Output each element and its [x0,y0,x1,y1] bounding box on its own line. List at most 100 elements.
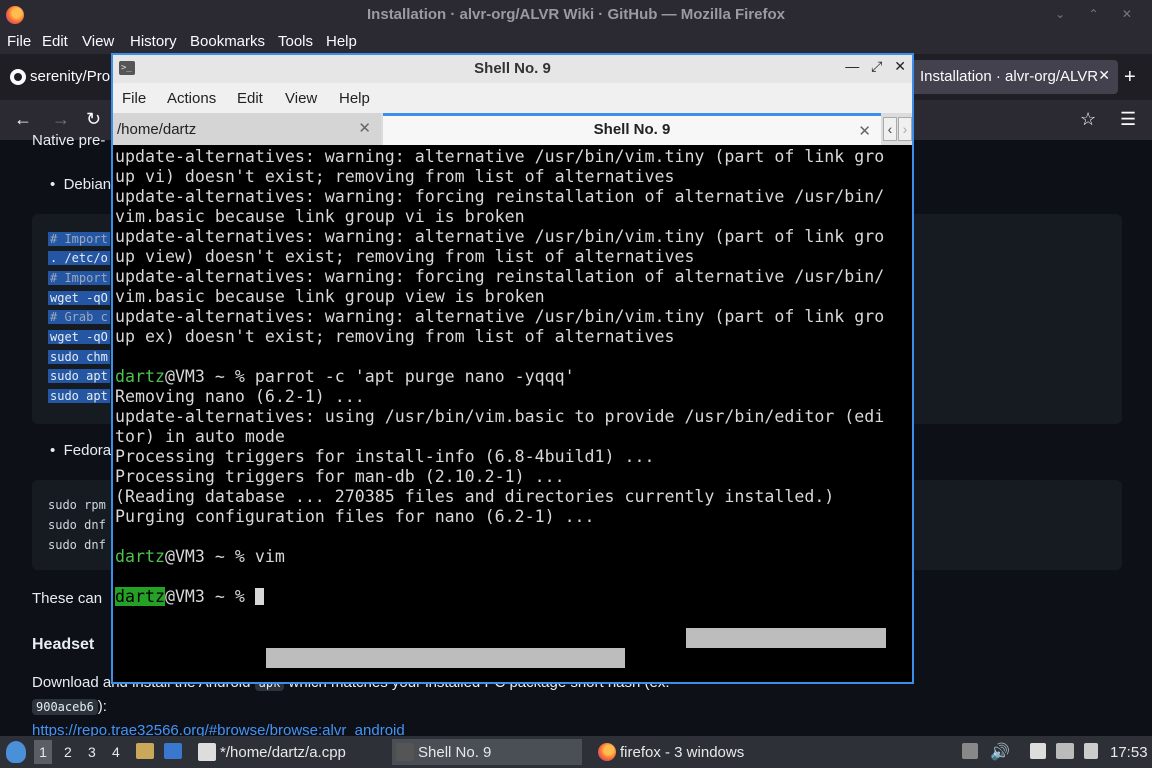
code-line: # Import [48,271,110,285]
tab-scroll-left-icon[interactable]: ‹ [883,117,897,141]
back-icon[interactable]: ← [14,109,32,130]
selection-highlight [266,648,625,668]
hamburger-menu-icon[interactable]: ☰ [1120,109,1136,130]
code-line: # Import [48,232,110,246]
code-line: # Grab c [48,310,110,324]
bookmark-star-icon[interactable]: ☆ [1080,109,1096,130]
tray-updates-icon[interactable] [962,743,978,759]
code-line: sudo rpm [48,498,106,512]
workspace-3[interactable]: 3 [88,744,96,760]
selection-highlight [686,628,886,648]
terminal-line: up vi) doesn't exist; removing from list… [115,167,675,186]
bullet-debian: • Debian [50,176,112,193]
terminal-line: Processing triggers for man-db (2.10.2-1… [115,467,565,486]
terminal-line: vim.basic because link group vi is broke… [115,207,525,226]
code-line: wget -qO [48,330,110,344]
task-firefox[interactable]: firefox - 3 windows [594,739,794,765]
firefox-menubar: File Edit View History Bookmarks Tools H… [0,30,1152,54]
term-menu-help[interactable]: Help [339,90,370,107]
code-line: sudo chm [48,350,110,364]
task-label: */home/dartz/a.cpp [220,744,346,761]
desktop-icon[interactable] [164,743,182,759]
maximize-icon[interactable]: ⤢ [871,58,882,74]
terminal-line: tor) in auto mode [115,427,285,446]
terminal-line: dartz@VM3 ~ % parrot -c 'apt purge nano … [115,367,575,386]
reload-icon[interactable]: ↻ [86,109,101,130]
term-tab-home[interactable]: /home/dartz ✕ [113,113,381,145]
network-icon[interactable] [1084,743,1098,759]
code-line: sudo apt [48,369,110,383]
terminal-line: up view) doesn't exist; removing from li… [115,247,695,266]
terminal-line: update-alternatives: warning: forcing re… [115,187,885,206]
terminal-line: Removing nano (6.2-1) ... [115,387,365,406]
ff-menu-file[interactable]: File [7,33,31,50]
term-tab-label: Shell No. 9 [593,121,671,138]
forward-icon[interactable]: → [52,109,70,130]
start-menu-icon[interactable] [6,741,26,763]
terminal-tabbar: /home/dartz ✕ Shell No. 9 ✕ ‹ › [113,113,912,145]
ff-tab-installation[interactable]: Installation · alvr-org/ALVR ✕ [900,60,1118,94]
task-terminal[interactable]: Shell No. 9 [392,739,582,765]
ff-menu-view[interactable]: View [82,33,114,50]
tab-scroll-right-icon[interactable]: › [898,117,912,141]
ff-menu-tools[interactable]: Tools [278,33,313,50]
terminal-prompt-active[interactable]: dartz@VM3 ~ % [115,587,884,607]
terminal-menubar: File Actions Edit View Help [113,83,912,113]
terminal-line: Purging configuration files for nano (6.… [115,507,595,526]
ff-menu-history[interactable]: History [130,33,177,50]
term-menu-actions[interactable]: Actions [167,90,216,107]
firefox-window-controls[interactable]: ⌄ ⌃ ✕ [1055,7,1142,21]
terminal-output[interactable]: update-alternatives: warning: alternativ… [115,147,910,682]
file-manager-icon[interactable] [136,743,154,759]
minimize-icon[interactable]: — [845,58,859,74]
terminal-window[interactable]: >_ Shell No. 9 — ⤢ ✕ File Actions Edit V… [111,53,914,684]
terminal-line: update-alternatives: warning: forcing re… [115,267,885,286]
task-editor[interactable]: */home/dartz/a.cpp [194,739,384,765]
code-line: sudo apt [48,389,110,403]
terminal-window-controls: — ⤢ ✕ [837,58,906,75]
term-menu-view[interactable]: View [285,90,317,107]
ff-menu-help[interactable]: Help [326,33,357,50]
term-tab-label: /home/dartz [117,121,197,138]
terminal-line: dartz@VM3 ~ % vim [115,547,285,566]
workspace-1[interactable]: 1 [34,740,52,764]
workspace-2[interactable]: 2 [64,744,72,760]
code-line: wget -qO [48,291,110,305]
new-tab-button[interactable]: + [1124,66,1136,89]
firefox-window-title: Installation · alvr-org/ALVR Wiki · GitH… [367,6,785,23]
clipboard-icon[interactable] [1030,743,1046,759]
display-icon[interactable] [1056,743,1074,759]
task-label: firefox - 3 windows [620,744,745,761]
bullet-fedora: • Fedora [50,442,112,459]
terminal-icon [396,743,414,761]
term-menu-file[interactable]: File [122,90,146,107]
terminal-window-title: Shell No. 9 [474,60,551,77]
terminal-line: update-alternatives: using /usr/bin/vim.… [115,407,885,426]
ff-menu-edit[interactable]: Edit [42,33,68,50]
ff-tab-serenity[interactable]: serenity/Pro [0,60,115,94]
terminal-titlebar: >_ Shell No. 9 — ⤢ ✕ [113,55,912,83]
workspace-4[interactable]: 4 [112,744,120,760]
terminal-line: update-alternatives: warning: alternativ… [115,307,885,326]
close-icon[interactable]: ✕ [358,119,371,137]
terminal-line: vim.basic because link group view is bro… [115,287,545,306]
taskbar: 1 2 3 4 */home/dartz/a.cpp Shell No. 9 f… [0,736,1152,768]
volume-icon[interactable]: 🔊 [990,742,1010,762]
term-menu-edit[interactable]: Edit [237,90,263,107]
cursor [254,588,264,605]
terminal-line: update-alternatives: warning: alternativ… [115,227,885,246]
native-text: Native pre- [32,132,106,149]
clock: 17:53 [1110,744,1148,761]
terminal-line: (Reading database ... 270385 files and d… [115,487,835,506]
term-tab-shell9[interactable]: Shell No. 9 ✕ [383,113,881,145]
close-icon[interactable]: ✕ [1098,67,1110,84]
close-icon[interactable]: ✕ [894,58,906,74]
code-line: . /etc/o [48,251,110,265]
terminal-line: Processing triggers for install-info (6.… [115,447,655,466]
terminal-line: update-alternatives: warning: alternativ… [115,147,885,166]
ff-menu-bookmarks[interactable]: Bookmarks [190,33,265,50]
close-icon[interactable]: ✕ [858,122,871,140]
